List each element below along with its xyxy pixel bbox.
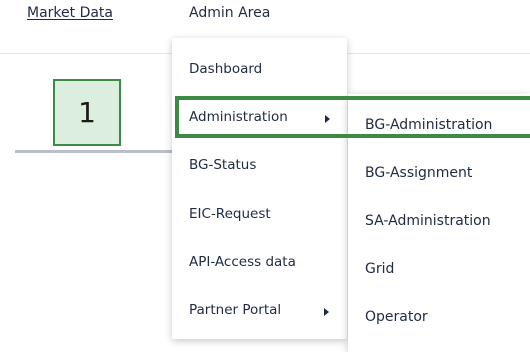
chevron-right-icon (325, 115, 330, 123)
submenu-item-label: Grid (365, 261, 395, 277)
top-navigation: Market Data Admin Area (0, 0, 530, 40)
submenu-item-sa-administration[interactable]: SA-Administration (348, 207, 530, 237)
menu-item-label: Dashboard (189, 61, 263, 77)
submenu-item-grid[interactable]: Grid (348, 255, 530, 285)
step-number-badge: 1 (53, 79, 121, 146)
menu-item-api-access-data[interactable]: API-Access data (172, 248, 347, 278)
submenu-item-operator[interactable]: Operator (348, 303, 530, 333)
menu-item-label: EIC-Request (189, 206, 271, 222)
submenu-item-bg-administration[interactable]: BG-Administration (348, 111, 530, 141)
menu-item-label: BG-Status (189, 157, 257, 173)
menu-item-label: Administration (189, 109, 288, 125)
menu-item-bg-status[interactable]: BG-Status (172, 151, 347, 181)
nav-link-admin-area[interactable]: Admin Area (189, 5, 270, 21)
submenu-item-label: BG-Administration (365, 117, 493, 133)
menu-item-partner-portal[interactable]: Partner Portal (172, 296, 347, 326)
tab-underline (15, 150, 175, 153)
submenu-item-bg-assignment[interactable]: BG-Assignment (348, 159, 530, 189)
submenu-item-label: BG-Assignment (365, 165, 473, 181)
menu-item-label: API-Access data (189, 254, 296, 270)
nav-link-market-data[interactable]: Market Data (27, 5, 113, 21)
menu-item-eic-request[interactable]: EIC-Request (172, 200, 347, 230)
submenu-item-label: Operator (365, 309, 428, 325)
menu-item-label: Partner Portal (189, 302, 282, 318)
submenu-item-label: SA-Administration (365, 213, 491, 229)
administration-submenu: BG-Administration BG-Assignment SA-Admin… (348, 94, 530, 352)
chevron-right-icon (324, 308, 329, 316)
menu-item-administration[interactable]: Administration (172, 103, 347, 133)
menu-item-dashboard[interactable]: Dashboard (172, 55, 347, 85)
admin-area-dropdown: Dashboard Administration BG-Status EIC-R… (172, 38, 347, 339)
